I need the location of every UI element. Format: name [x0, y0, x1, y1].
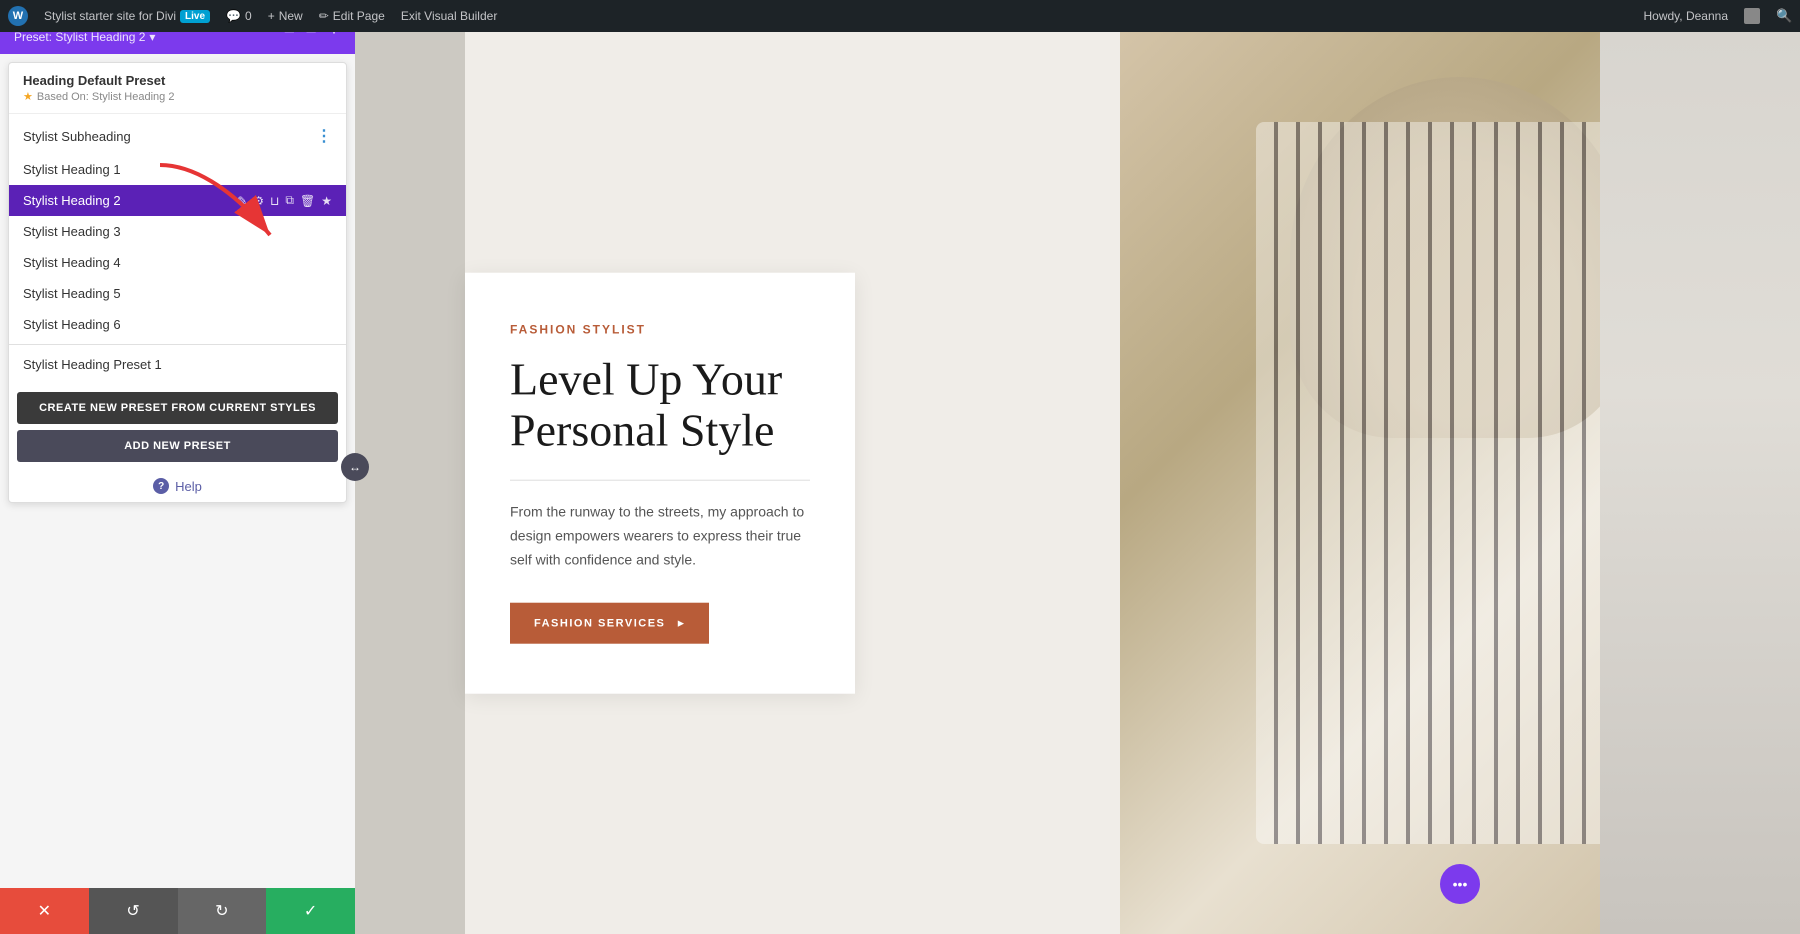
live-badge: Live	[180, 10, 210, 23]
help-icon: ?	[153, 478, 169, 494]
side-panel-right	[1600, 32, 1800, 934]
new-item[interactable]: + New	[268, 9, 303, 23]
hero-divider	[510, 480, 810, 481]
preset-item-heading5[interactable]: Stylist Heading 5	[9, 278, 346, 309]
hero-title: Level Up Your Personal Style	[510, 355, 810, 456]
site-name-item[interactable]: Stylist starter site for Divi Live	[44, 9, 210, 23]
preset-item-heading3[interactable]: Stylist Heading 3	[9, 216, 346, 247]
preset-item-subheading[interactable]: Stylist Subheading ⋮	[9, 118, 346, 154]
hero-cta-button[interactable]: FASHION SERVICES ▸	[510, 602, 709, 643]
preset-default-title: Heading Default Preset	[23, 73, 332, 88]
settings-preset-icon[interactable]: ⚙	[253, 194, 264, 208]
preset-item-heading6[interactable]: Stylist Heading 6	[9, 309, 346, 340]
redo-button[interactable]: ↻	[178, 888, 267, 934]
admin-bar: W Stylist starter site for Divi Live 💬 0…	[0, 0, 1800, 32]
link-preset-icon[interactable]: ⊔	[270, 194, 279, 208]
copy-preset-icon[interactable]: ⧉	[285, 193, 294, 208]
three-dots-button[interactable]: •••	[1440, 864, 1480, 904]
create-preset-button[interactable]: CREATE NEW PRESET FROM CURRENT STYLES	[17, 392, 338, 424]
wp-icon[interactable]: W	[8, 6, 28, 26]
delete-preset-icon[interactable]: 🗑	[300, 194, 315, 208]
arrow-icon: ▸	[678, 617, 685, 629]
search-icon[interactable]: 🔍	[1776, 8, 1792, 24]
panel-subtitle[interactable]: Preset: Stylist Heading 2 ▾	[14, 30, 155, 44]
star-preset-icon[interactable]: ★	[321, 194, 332, 208]
preset-item-preset1[interactable]: Stylist Heading Preset 1	[9, 349, 346, 380]
howdy-label: Howdy, Deanna	[1644, 9, 1729, 23]
cancel-button[interactable]: ✕	[0, 888, 89, 934]
preset-item-heading4[interactable]: Stylist Heading 4	[9, 247, 346, 278]
save-button[interactable]: ✓	[266, 888, 355, 934]
preset-buttons: CREATE NEW PRESET FROM CURRENT STYLES AD…	[9, 384, 346, 470]
star-icon: ★	[23, 90, 33, 103]
bottom-bar: ✕ ↺ ↻ ✓	[0, 888, 355, 934]
preset-divider	[9, 344, 346, 345]
subheading-dots-icon[interactable]: ⋮	[316, 126, 332, 146]
left-panel: Heading Settings Preset: Stylist Heading…	[0, 0, 355, 934]
preset-dropdown: Heading Default Preset ★ Based On: Styli…	[8, 62, 347, 503]
preset-default-section: Heading Default Preset ★ Based On: Styli…	[9, 63, 346, 114]
main-content: FASHION STYLIST Level Up Your Personal S…	[355, 32, 1800, 934]
help-section[interactable]: ? Help	[9, 470, 346, 502]
add-preset-button[interactable]: ADD NEW PRESET	[17, 430, 338, 462]
preset-item-heading2[interactable]: Stylist Heading 2 ✎ ⚙ ⊔ ⧉ 🗑 ★	[9, 185, 346, 216]
preset-based-on: ★ Based On: Stylist Heading 2	[23, 90, 332, 103]
hero-eyebrow: FASHION STYLIST	[510, 323, 810, 337]
hero-section: FASHION STYLIST Level Up Your Personal S…	[355, 32, 1800, 934]
hero-content-box: FASHION STYLIST Level Up Your Personal S…	[465, 273, 855, 694]
user-avatar	[1744, 8, 1760, 24]
undo-button[interactable]: ↺	[89, 888, 178, 934]
preset-item-actions: ✎ ⚙ ⊔ ⧉ 🗑 ★	[237, 193, 332, 208]
comments-item[interactable]: 💬 0	[226, 9, 252, 23]
edit-preset-icon[interactable]: ✎	[237, 194, 247, 208]
hero-body-text: From the runway to the streets, my appro…	[510, 501, 810, 572]
exit-vb-item[interactable]: Exit Visual Builder	[401, 9, 498, 23]
preset-item-heading1[interactable]: Stylist Heading 1	[9, 154, 346, 185]
preset-list: Stylist Subheading ⋮ Stylist Heading 1 S…	[9, 114, 346, 384]
resize-handle[interactable]: ↔	[341, 453, 369, 481]
edit-page-item[interactable]: ✏ Edit Page	[319, 9, 385, 23]
